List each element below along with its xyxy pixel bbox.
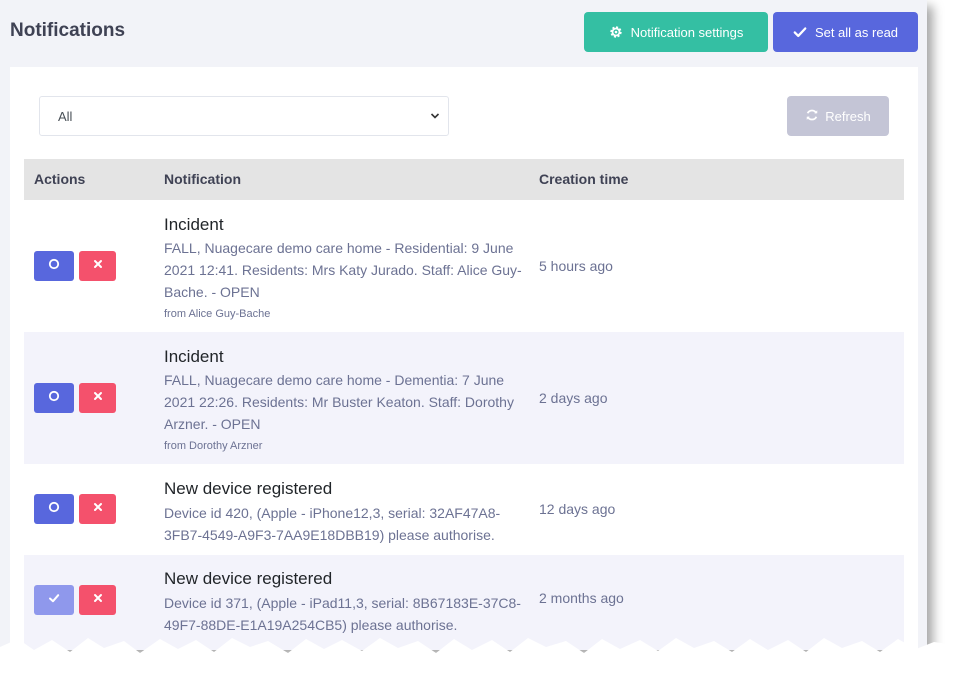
- notification-sender: from Alice Guy-Bache: [164, 308, 271, 320]
- refresh-icon: [805, 108, 819, 125]
- circle-icon: [48, 389, 60, 407]
- table-row: Incident FALL, Nuagecare demo care home …: [24, 200, 904, 332]
- marked-as-read-button[interactable]: [34, 585, 74, 615]
- notification-title: New device registered: [164, 569, 333, 588]
- close-icon: [92, 500, 104, 518]
- mark-as-read-button[interactable]: [34, 383, 74, 413]
- creation-time: 2 days ago: [539, 390, 608, 406]
- circle-icon: [48, 500, 60, 518]
- column-header-notification[interactable]: Notification: [164, 171, 241, 187]
- delete-button[interactable]: [79, 494, 116, 524]
- delete-button[interactable]: [79, 251, 116, 281]
- notification-title: Incident: [164, 215, 224, 234]
- notification-filter-select[interactable]: All: [39, 96, 449, 136]
- filter-selected-value: All: [58, 108, 73, 124]
- chevron-down-icon: [430, 109, 440, 124]
- row-actions: [34, 251, 116, 281]
- notifications-card: All Refresh Actions Notification Creatio…: [10, 67, 918, 650]
- creation-time: 2 months ago: [539, 590, 624, 606]
- close-icon: [92, 257, 104, 275]
- notification-sender: from Dorothy Arzner: [164, 440, 263, 452]
- table-row: Incident FALL, Nuagecare demo care home …: [24, 332, 904, 464]
- close-icon: [92, 389, 104, 407]
- page-title: Notifications: [10, 20, 126, 41]
- torn-edge-decoration: [0, 638, 955, 689]
- creation-time: 12 days ago: [539, 501, 616, 517]
- mark-as-read-button[interactable]: [34, 251, 74, 281]
- set-all-as-read-label: Set all as read: [814, 24, 899, 40]
- notification-settings-button[interactable]: Notification settings: [584, 12, 768, 52]
- notification-body: Device id 420, (Apple - iPhone12,3, seri…: [164, 505, 501, 543]
- row-actions: [34, 383, 116, 413]
- table-header: Actions Notification Creation time: [24, 159, 904, 200]
- creation-time: 5 hours ago: [539, 258, 613, 274]
- check-icon: [48, 591, 60, 609]
- row-actions: [34, 494, 116, 524]
- notification-title: New device registered: [164, 479, 333, 498]
- notification-settings-label: Notification settings: [630, 24, 744, 40]
- row-actions: [34, 585, 116, 615]
- column-header-creation-time[interactable]: Creation time: [539, 171, 628, 187]
- set-all-as-read-button[interactable]: Set all as read: [773, 12, 918, 52]
- table-row: New device registered Device id 420, (Ap…: [24, 464, 904, 555]
- delete-button[interactable]: [79, 383, 116, 413]
- close-icon: [92, 591, 104, 609]
- check-icon: [793, 25, 807, 39]
- refresh-button[interactable]: Refresh: [787, 96, 889, 136]
- mark-as-read-button[interactable]: [34, 494, 74, 524]
- gear-icon: [609, 25, 623, 39]
- refresh-label: Refresh: [825, 108, 871, 124]
- column-header-actions[interactable]: Actions: [34, 171, 85, 187]
- notification-body: FALL, Nuagecare demo care home - Residen…: [164, 240, 522, 300]
- notifications-page: Notifications Notification settings Set …: [0, 0, 927, 650]
- delete-button[interactable]: [79, 585, 116, 615]
- notification-title: Incident: [164, 347, 224, 366]
- circle-icon: [48, 257, 60, 275]
- notification-body: FALL, Nuagecare demo care home - Dementi…: [164, 372, 514, 432]
